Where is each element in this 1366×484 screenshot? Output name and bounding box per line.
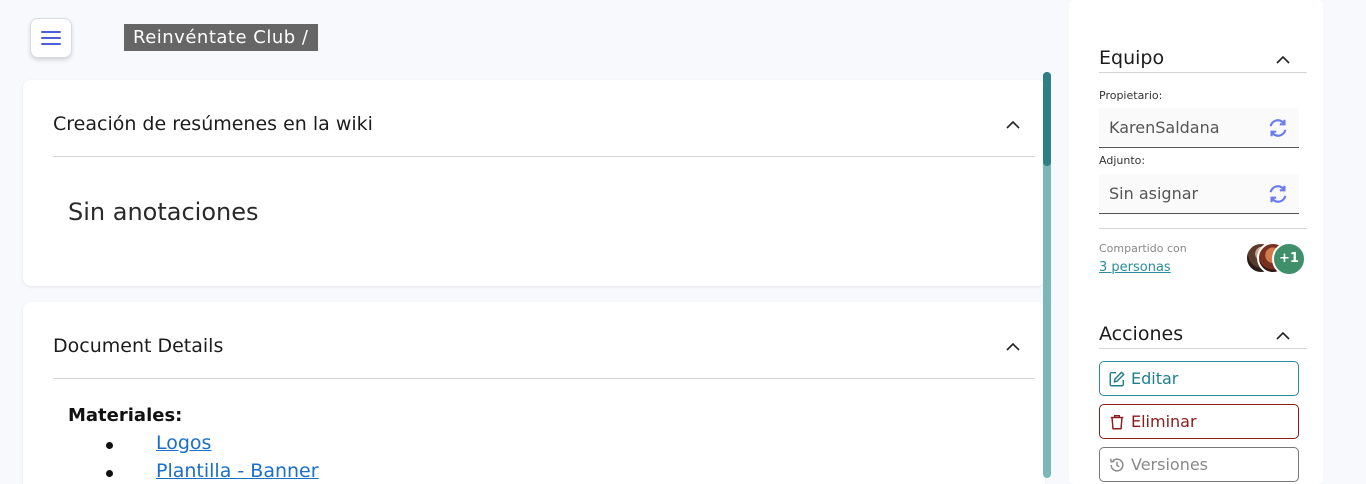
sync-icon[interactable] [1267, 183, 1289, 205]
chevron-up-icon[interactable] [1005, 339, 1021, 355]
delete-button-label: Eliminar [1131, 412, 1197, 431]
menu-button[interactable] [30, 18, 72, 58]
team-section-header[interactable]: Equipo [1099, 27, 1307, 73]
document-details-title: Document Details [53, 335, 224, 357]
assignee-field[interactable]: Sin asignar [1099, 174, 1299, 214]
shared-people-link[interactable]: 3 personas [1099, 260, 1171, 275]
owner-value: KarenSaldana [1109, 118, 1220, 137]
edit-icon [1109, 371, 1125, 386]
history-icon [1109, 457, 1124, 472]
material-link-banner-template[interactable]: Plantilla - Banner [156, 460, 319, 482]
more-avatars-badge[interactable]: +1 [1272, 242, 1306, 276]
assignee-value: Sin asignar [1109, 184, 1199, 203]
annotations-card: Creación de resúmenes en la wiki Sin ano… [23, 80, 1045, 286]
side-panel: Equipo Propietario: KarenSaldana Adjunto… [1069, 0, 1323, 484]
chevron-up-icon[interactable] [1275, 328, 1291, 344]
delete-button[interactable]: Eliminar [1099, 404, 1299, 439]
actions-section-title: Acciones [1099, 323, 1184, 345]
bullet [106, 442, 113, 449]
main-content: Creación de resúmenes en la wiki Sin ano… [23, 80, 1045, 484]
edit-button-label: Editar [1131, 369, 1179, 388]
annotations-card-title: Creación de resúmenes en la wiki [53, 113, 373, 135]
chevron-up-icon[interactable] [1005, 117, 1021, 133]
owner-label: Propietario: [1099, 89, 1163, 102]
trash-icon [1110, 414, 1124, 429]
chevron-up-icon[interactable] [1275, 52, 1291, 68]
versions-button-label: Versiones [1131, 455, 1209, 474]
shared-with-label: Compartido con [1099, 242, 1187, 255]
owner-field[interactable]: KarenSaldana [1099, 108, 1299, 148]
empty-annotations-text: Sin anotaciones [68, 198, 259, 226]
document-details-card: Document Details Materiales: Logos Plant… [23, 302, 1045, 484]
document-details-header[interactable]: Document Details [53, 302, 1035, 379]
versions-button[interactable]: Versiones [1099, 447, 1299, 482]
hamburger-icon [41, 31, 61, 45]
materials-label: Materiales: [68, 405, 183, 426]
sync-icon[interactable] [1267, 117, 1289, 139]
breadcrumb[interactable]: Reinvéntate Club / [124, 24, 319, 51]
team-section-title: Equipo [1099, 47, 1165, 69]
material-link-logos[interactable]: Logos [156, 432, 211, 454]
assignee-label: Adjunto: [1099, 154, 1146, 167]
annotations-card-header[interactable]: Creación de resúmenes en la wiki [53, 80, 1035, 157]
edit-button[interactable]: Editar [1099, 361, 1299, 396]
divider [1099, 228, 1307, 229]
main-scrollbar[interactable] [1043, 72, 1051, 478]
bullet [106, 470, 113, 477]
scrollbar-thumb[interactable] [1043, 72, 1051, 166]
actions-section-header[interactable]: Acciones [1099, 303, 1307, 349]
